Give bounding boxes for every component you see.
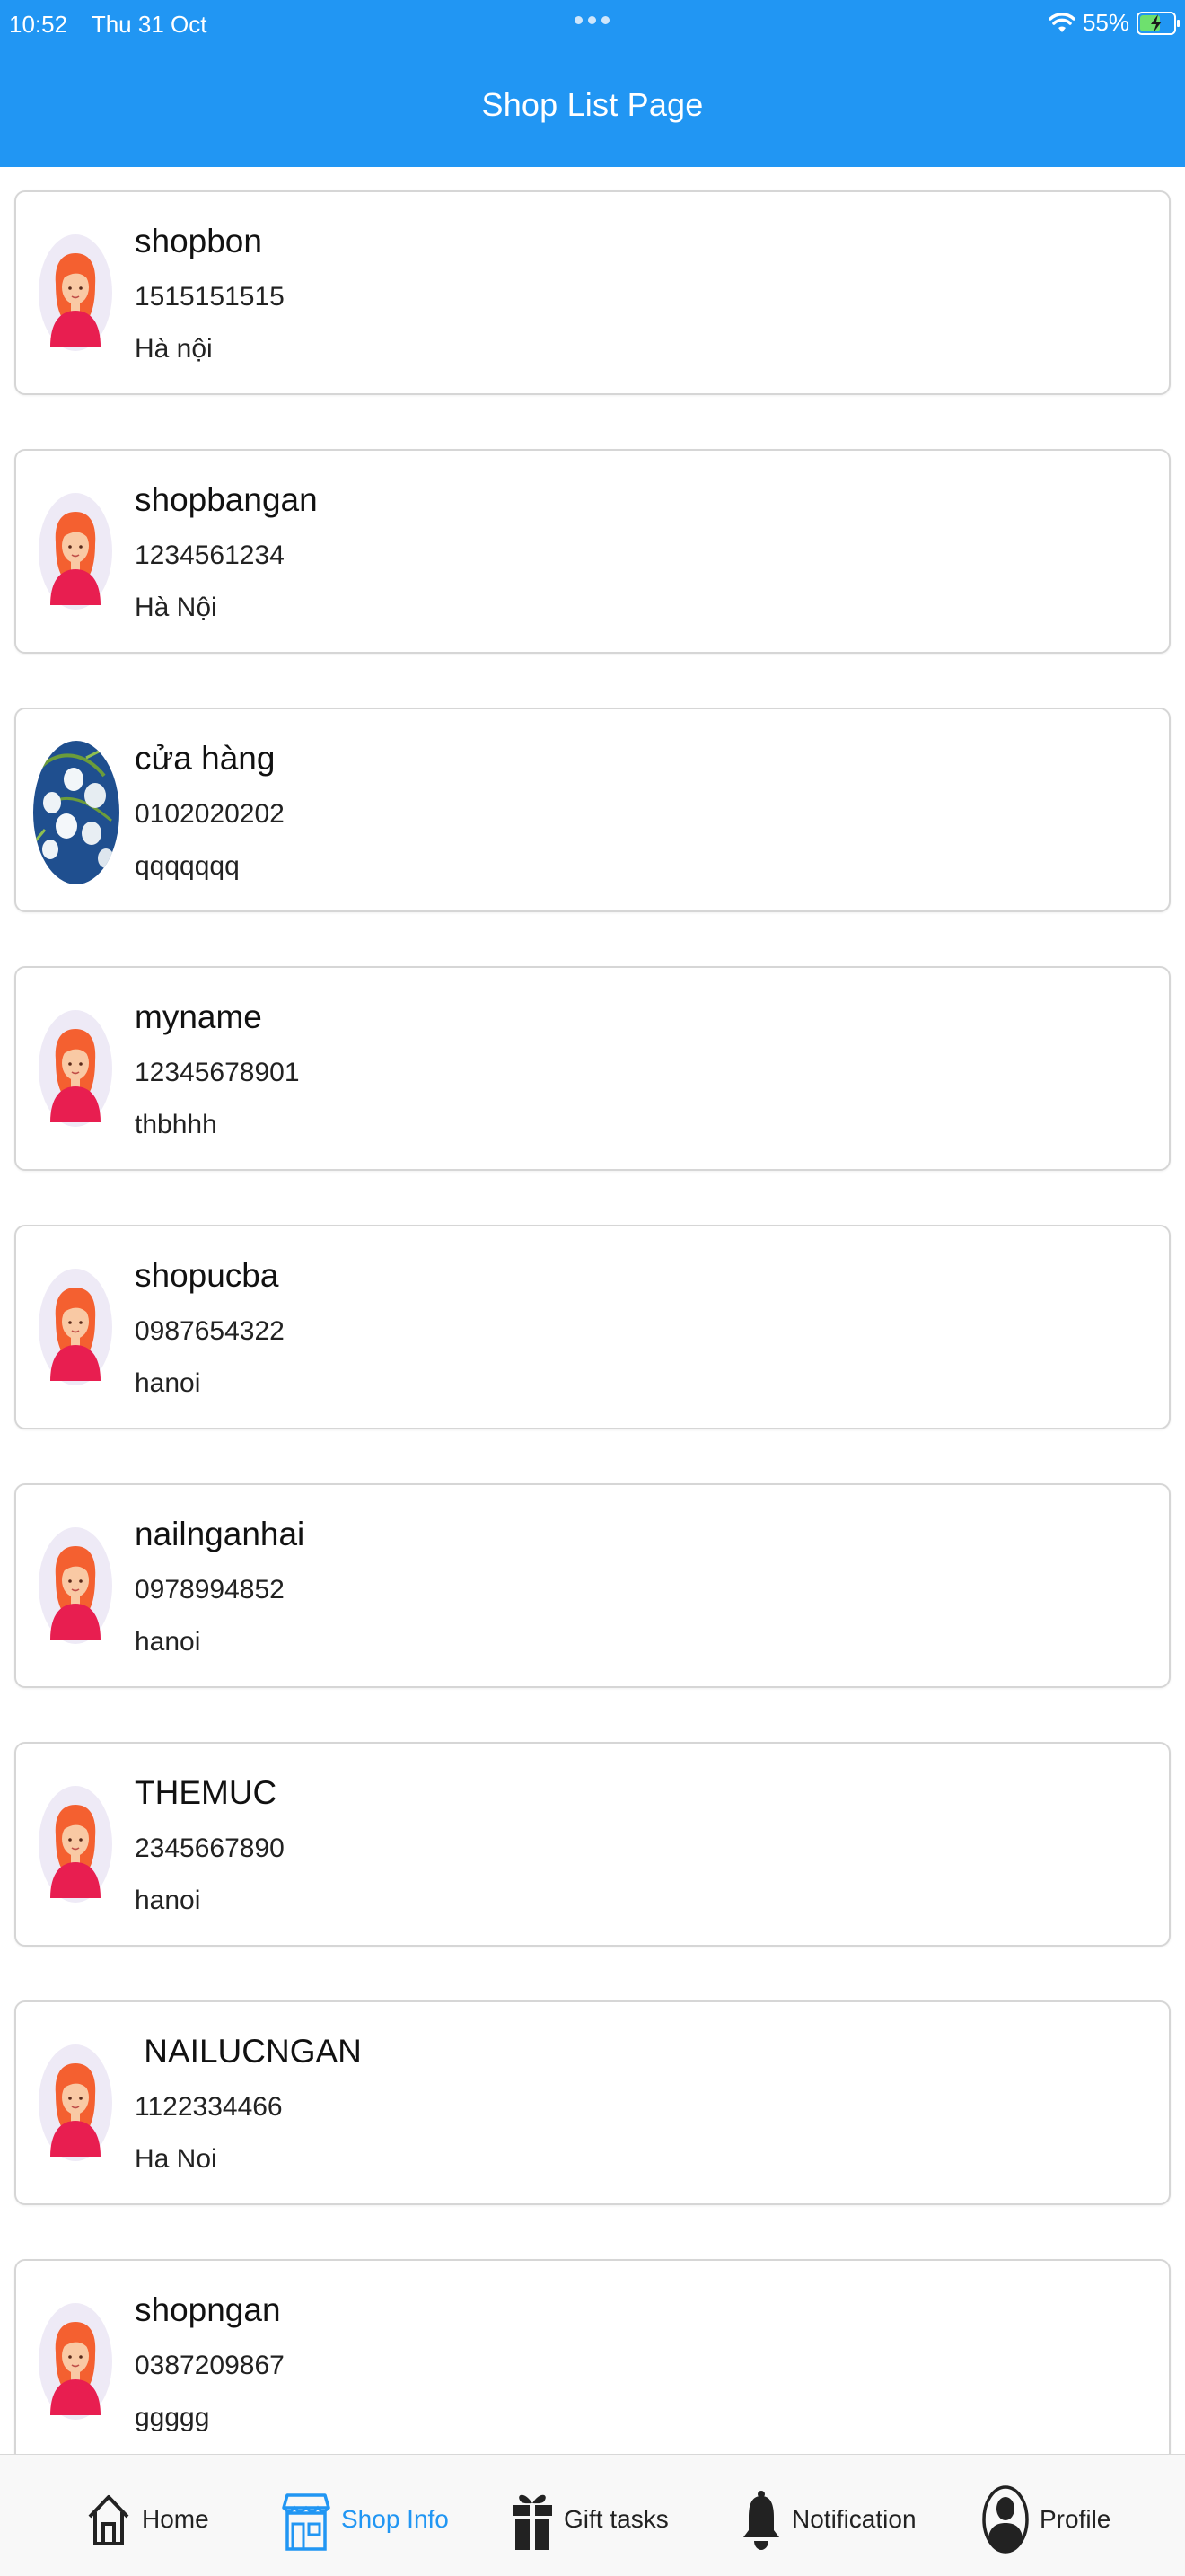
tab-shop-info[interactable]: Shop Info [282, 2484, 449, 2555]
shop-name: shopbon [135, 223, 262, 259]
shop-address: Hà nội [135, 334, 213, 364]
shop-phone: 1515151515 [135, 282, 285, 312]
default-avatar-icon [38, 492, 113, 611]
default-avatar-icon [38, 1009, 113, 1128]
multitasking-dots-icon[interactable] [575, 16, 610, 24]
tab-label: Profile [1040, 2505, 1111, 2533]
battery-percent: 55% [1082, 9, 1129, 36]
shop-card[interactable]: nailnganhai 0978994852 hanoi [14, 1483, 1171, 1688]
shop-name: nailnganhai [135, 1516, 305, 1552]
shop-address: qqqqqqq [135, 851, 240, 881]
shop-address: Hà Nội [135, 593, 217, 622]
shop-address: Ha Noi [135, 2144, 217, 2174]
shop-icon [282, 2493, 330, 2551]
shop-phone: 0387209867 [135, 2351, 285, 2380]
shop-card[interactable]: shopngan 0387209867 ggggg [14, 2259, 1171, 2464]
shop-name: shopngan [135, 2291, 281, 2328]
bottom-tab-bar: Home Shop Info Gift tasks Notification P… [0, 2454, 1185, 2576]
shop-card[interactable]: NAILUCNGAN 1122334466 Ha Noi [14, 2000, 1171, 2205]
shop-card[interactable]: cửa hàng 0102020202 qqqqqqq [14, 708, 1171, 912]
shop-card[interactable]: shopbangan 1234561234 Hà Nội [14, 449, 1171, 654]
tab-label: Notification [792, 2505, 917, 2533]
shop-address: hanoi [135, 1627, 201, 1657]
tab-label: Shop Info [341, 2505, 449, 2533]
shop-name: shopbangan [135, 481, 318, 518]
gift-icon [513, 2494, 552, 2550]
wifi-icon [1049, 12, 1075, 32]
shop-address: hanoi [135, 1368, 201, 1398]
battery-charging-icon [1137, 11, 1180, 35]
status-bar: 10:52 Thu 31 Oct 55% [0, 0, 1185, 47]
app-header: 10:52 Thu 31 Oct 55% Shop List Page [0, 0, 1185, 167]
status-time: 10:52 [9, 11, 68, 38]
page-title: Shop List Page [481, 86, 704, 123]
shop-phone: 1234561234 [135, 541, 285, 570]
shop-address: thbhhh [135, 1110, 217, 1139]
shop-name: NAILUCNGAN [135, 2033, 362, 2070]
default-avatar-icon [38, 2044, 113, 2162]
tab-gift-tasks[interactable]: Gift tasks [512, 2484, 669, 2555]
shop-phone: 2345667890 [135, 1833, 285, 1863]
shop-card[interactable]: shopbon 1515151515 Hà nội [14, 190, 1171, 395]
tab-home[interactable]: Home [86, 2484, 209, 2555]
shop-phone: 1122334466 [135, 2092, 283, 2122]
shop-list: shopbon 1515151515 Hà nội shopbangan 123456… [14, 190, 1171, 2518]
shop-address: hanoi [135, 1886, 201, 1915]
shop-name: THEMUC [135, 1774, 277, 1811]
shop-phone: 12345678901 [135, 1058, 300, 1087]
profile-icon [982, 2485, 1029, 2554]
default-avatar-icon [38, 2302, 113, 2421]
tab-label: Gift tasks [564, 2505, 669, 2533]
shop-name: myname [135, 998, 262, 1035]
tab-notification[interactable]: Notification [742, 2484, 917, 2555]
shop-name: shopucba [135, 1257, 279, 1294]
default-avatar-icon [38, 1526, 113, 1645]
shop-phone: 0102020202 [135, 799, 285, 829]
home-icon [88, 2495, 129, 2545]
shop-card[interactable]: THEMUC 2345667890 hanoi [14, 1742, 1171, 1947]
shop-phone: 0978994852 [135, 1575, 285, 1605]
default-avatar-icon [38, 1268, 113, 1386]
tab-profile[interactable]: Profile [982, 2484, 1110, 2555]
shop-address: ggggg [135, 2403, 210, 2432]
shop-phone: 0987654322 [135, 1316, 285, 1346]
bell-icon [743, 2491, 779, 2550]
default-avatar-icon [38, 1785, 113, 1903]
shop-card[interactable]: shopucba 0987654322 hanoi [14, 1225, 1171, 1429]
default-avatar-icon [38, 233, 113, 352]
status-date: Thu 31 Oct [91, 11, 207, 38]
shop-photo-avatar [32, 740, 120, 885]
tab-label: Home [142, 2505, 209, 2533]
shop-card[interactable]: myname 12345678901 thbhhh [14, 966, 1171, 1171]
shop-name: cửa hàng [135, 740, 276, 777]
